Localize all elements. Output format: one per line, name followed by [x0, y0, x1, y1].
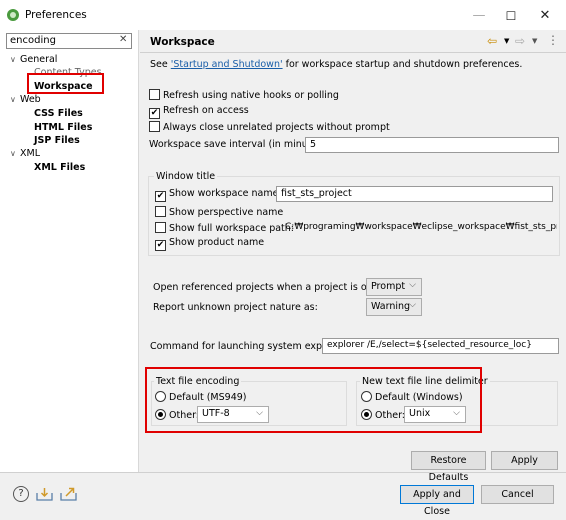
- chevron-down-icon: ⌵: [409, 300, 416, 310]
- command-input[interactable]: explorer /E,/select=${selected_resource_…: [322, 338, 559, 354]
- full-workspace-path-value: C:₩programing₩workspace₩eclipse_workspac…: [285, 222, 557, 232]
- startup-shutdown-link[interactable]: 'Startup and Shutdown': [171, 59, 283, 70]
- chevron-down-icon: ⌵: [409, 280, 416, 290]
- divider: [140, 52, 566, 53]
- back-arrow-icon[interactable]: ⇦: [487, 34, 497, 48]
- tree-item-label: Web: [20, 94, 41, 105]
- help-icon[interactable]: ?: [13, 486, 29, 502]
- restore-defaults-button[interactable]: Restore Defaults: [411, 451, 486, 483]
- app-icon: [7, 9, 19, 21]
- refresh-native-checkbox[interactable]: Refresh using native hooks or polling: [149, 89, 339, 101]
- tree-item-label: XML: [20, 148, 40, 159]
- open-referenced-label: Open referenced projects when a project …: [153, 282, 400, 293]
- tree-item-web[interactable]: ∨ Web: [10, 93, 41, 106]
- show-perspective-checkbox[interactable]: Show perspective name: [155, 206, 283, 218]
- window-title: Preferences: [25, 9, 87, 21]
- forward-arrow-icon[interactable]: ⇨: [515, 34, 525, 48]
- tree-item-html-files[interactable]: HTML Files: [34, 121, 92, 134]
- show-product-checkbox[interactable]: ✔ Show product name: [155, 237, 264, 251]
- report-unknown-select[interactable]: Warning ⌵: [366, 298, 422, 316]
- workspace-name-input[interactable]: fist_sts_project: [276, 186, 553, 202]
- show-full-path-checkbox[interactable]: Show full workspace path:: [155, 222, 294, 234]
- tree-item-jsp-files[interactable]: JSP Files: [34, 134, 80, 147]
- checkbox-label: Show workspace name:: [169, 188, 282, 199]
- info-prefix: See: [150, 59, 171, 70]
- apply-button[interactable]: Apply: [491, 451, 558, 470]
- startup-info-text: See 'Startup and Shutdown' for workspace…: [150, 59, 522, 70]
- save-interval-input[interactable]: 5: [305, 137, 559, 153]
- highlight-box-encoding: [145, 367, 482, 433]
- tree-item-general[interactable]: ∨ General: [10, 53, 57, 66]
- checkbox-box[interactable]: [149, 121, 160, 132]
- chevron-down-icon[interactable]: ∨: [10, 147, 20, 160]
- page-title: Workspace: [150, 36, 215, 48]
- checkbox-label: Show full workspace path:: [169, 223, 294, 234]
- checkbox-box[interactable]: [155, 222, 166, 233]
- forward-dropdown-icon[interactable]: ▼: [532, 37, 537, 45]
- info-suffix: for workspace startup and shutdown prefe…: [282, 59, 523, 70]
- back-dropdown-icon[interactable]: ▼: [504, 37, 509, 45]
- refresh-access-checkbox[interactable]: ✔ Refresh on access: [149, 105, 249, 119]
- maximize-button[interactable]: ☐: [500, 7, 522, 25]
- chevron-down-icon[interactable]: ∨: [10, 53, 20, 66]
- checkbox-label: Show product name: [169, 237, 265, 248]
- checkbox-box[interactable]: ✔: [155, 240, 166, 251]
- checkbox-box[interactable]: ✔: [155, 191, 166, 202]
- highlight-box-workspace: [27, 73, 104, 94]
- minimize-button[interactable]: —: [468, 7, 490, 25]
- checkbox-box[interactable]: [155, 206, 166, 217]
- checkbox-label: Show perspective name: [169, 207, 284, 218]
- checkbox-box[interactable]: ✔: [149, 108, 160, 119]
- always-close-checkbox[interactable]: Always close unrelated projects without …: [149, 121, 390, 133]
- import-icon[interactable]: [36, 487, 53, 501]
- window-title-group-label: Window title: [154, 171, 218, 182]
- chevron-down-icon[interactable]: ∨: [10, 93, 20, 106]
- report-unknown-label: Report unknown project nature as:: [153, 302, 318, 313]
- select-value: Warning: [371, 301, 411, 312]
- select-value: Prompt: [371, 281, 406, 292]
- footer-divider: [0, 472, 566, 473]
- view-menu-icon[interactable]: ⋮: [547, 33, 559, 47]
- command-label: Command for launching system explorer:: [150, 341, 348, 352]
- checkbox-label: Refresh using native hooks or polling: [163, 90, 339, 101]
- save-interval-label: Workspace save interval (in minutes):: [149, 139, 330, 150]
- show-workspace-name-checkbox[interactable]: ✔ Show workspace name:: [155, 188, 282, 202]
- apply-and-close-button[interactable]: Apply and Close: [400, 485, 474, 517]
- filter-input[interactable]: encoding: [6, 33, 132, 49]
- tree-item-label: General: [20, 54, 58, 65]
- export-icon[interactable]: [60, 486, 77, 501]
- tree-item-xml[interactable]: ∨ XML: [10, 147, 40, 160]
- checkbox-label: Refresh on access: [163, 105, 249, 116]
- clear-filter-icon[interactable]: ✕: [119, 34, 127, 45]
- tree-item-css-files[interactable]: CSS Files: [34, 107, 83, 120]
- checkbox-label: Always close unrelated projects without …: [163, 122, 390, 133]
- open-referenced-select[interactable]: Prompt ⌵: [366, 278, 422, 296]
- checkbox-box[interactable]: [149, 89, 160, 100]
- close-button[interactable]: ✕: [534, 7, 556, 25]
- cancel-button[interactable]: Cancel: [481, 485, 554, 504]
- tree-item-xml-files[interactable]: XML Files: [34, 161, 85, 174]
